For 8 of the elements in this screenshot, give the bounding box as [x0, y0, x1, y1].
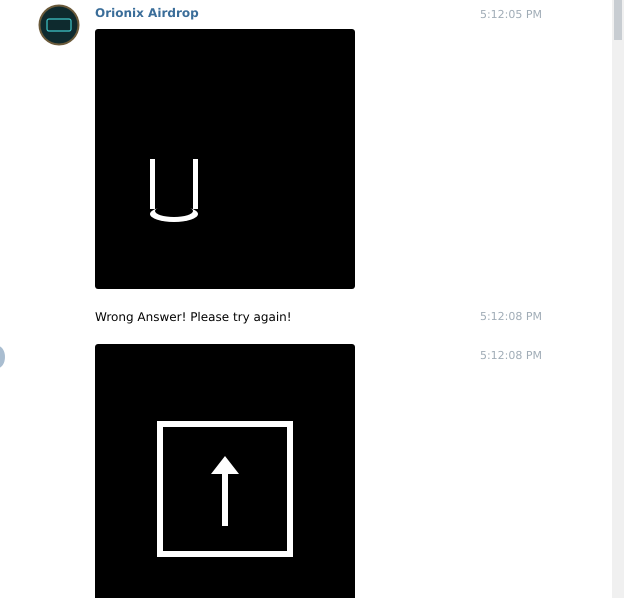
scrollbar[interactable] — [612, 0, 624, 598]
scrollbar-thumb[interactable] — [614, 0, 622, 40]
message-time: 5:12:05 PM — [480, 7, 542, 23]
avatar[interactable] — [38, 4, 80, 46]
message-time: 5:12:08 PM — [480, 309, 542, 324]
message-text: Wrong Answer! Please try again! — [95, 309, 292, 324]
sender-name[interactable]: Orionix Airdrop — [95, 6, 355, 20]
message-time: 5:12:08 PM — [480, 348, 542, 364]
